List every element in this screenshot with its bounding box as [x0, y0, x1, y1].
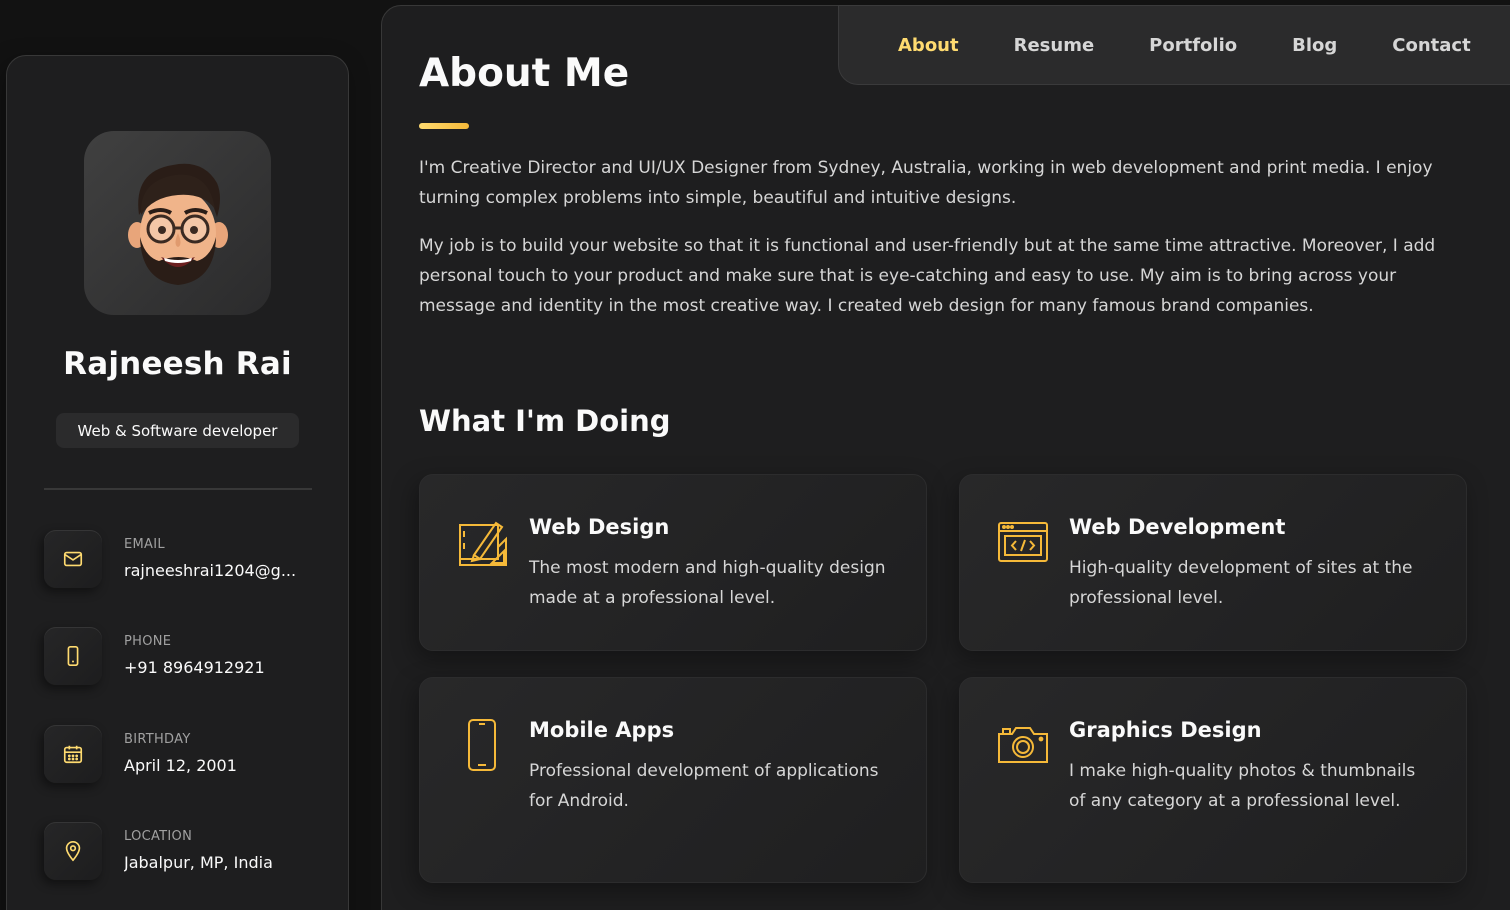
services-title: What I'm Doing	[419, 404, 671, 438]
nav-contact[interactable]: Contact	[1392, 35, 1470, 56]
service-text: I make high-quality photos & thumbnails …	[1069, 761, 1416, 811]
contact-location-value: Jabalpur, MP, India	[124, 853, 273, 872]
about-paragraph-2: My job is to build your website so that …	[419, 236, 1436, 316]
sidebar-separator	[44, 488, 312, 490]
service-text: High-quality development of sites at the…	[1069, 558, 1413, 608]
smartphone-icon	[468, 719, 496, 771]
about-paragraph-1: I'm Creative Director and UI/UX Designer…	[419, 158, 1433, 208]
nav-about[interactable]: About	[898, 35, 959, 56]
service-title: Web Development	[1069, 515, 1286, 539]
mail-icon	[44, 530, 102, 588]
camera-icon	[998, 727, 1048, 763]
contact-email-label: Email	[124, 537, 165, 552]
location-pin-icon	[44, 822, 102, 880]
contact-phone-label: Phone	[124, 634, 172, 649]
sidebar: Rajneesh Rai Web & Software developer Em…	[6, 55, 349, 910]
service-card-graphics-design: Graphics Design I make high-quality phot…	[959, 677, 1467, 883]
contact-birthday-value: April 12, 2001	[124, 756, 237, 775]
service-title: Web Design	[529, 515, 670, 539]
nav-resume[interactable]: Resume	[1014, 35, 1095, 56]
page-title: About Me	[419, 51, 630, 96]
profile-title-badge: Web & Software developer	[56, 413, 299, 448]
contact-birthday: Birthday April 12, 2001	[44, 725, 334, 787]
contact-email-value[interactable]: rajneeshrai1204@g...	[124, 561, 296, 580]
memoji-avatar-icon	[127, 163, 228, 285]
contact-phone-value[interactable]: +91 8964912921	[124, 658, 265, 677]
service-card-mobile-apps: Mobile Apps Professional development of …	[419, 677, 927, 883]
service-card-web-design: Web Design The most modern and high-qual…	[419, 474, 927, 651]
service-title: Graphics Design	[1069, 718, 1262, 742]
contact-birthday-label: Birthday	[124, 732, 191, 747]
avatar	[84, 131, 271, 315]
contact-location-label: Location	[124, 829, 193, 844]
nav-portfolio[interactable]: Portfolio	[1149, 35, 1237, 56]
service-text: Professional development of applications…	[529, 761, 879, 811]
main-content: About Resume Portfolio Blog Contact Abou…	[381, 5, 1510, 910]
phone-icon	[44, 627, 102, 685]
contact-phone: Phone +91 8964912921	[44, 627, 334, 689]
profile-name: Rajneesh Rai	[63, 346, 292, 382]
contact-location: Location Jabalpur, MP, India	[44, 822, 334, 884]
calendar-icon	[44, 725, 102, 783]
contact-email: Email rajneeshrai1204@g...	[44, 530, 334, 592]
design-tools-icon	[459, 521, 507, 566]
title-underline	[419, 123, 469, 129]
service-title: Mobile Apps	[529, 718, 675, 742]
service-card-web-development: Web Development High-quality development…	[959, 474, 1467, 651]
service-text: The most modern and high-quality design …	[529, 558, 886, 608]
code-window-icon	[998, 522, 1048, 562]
nav-blog[interactable]: Blog	[1292, 35, 1337, 56]
navbar: About Resume Portfolio Blog Contact	[838, 5, 1510, 85]
